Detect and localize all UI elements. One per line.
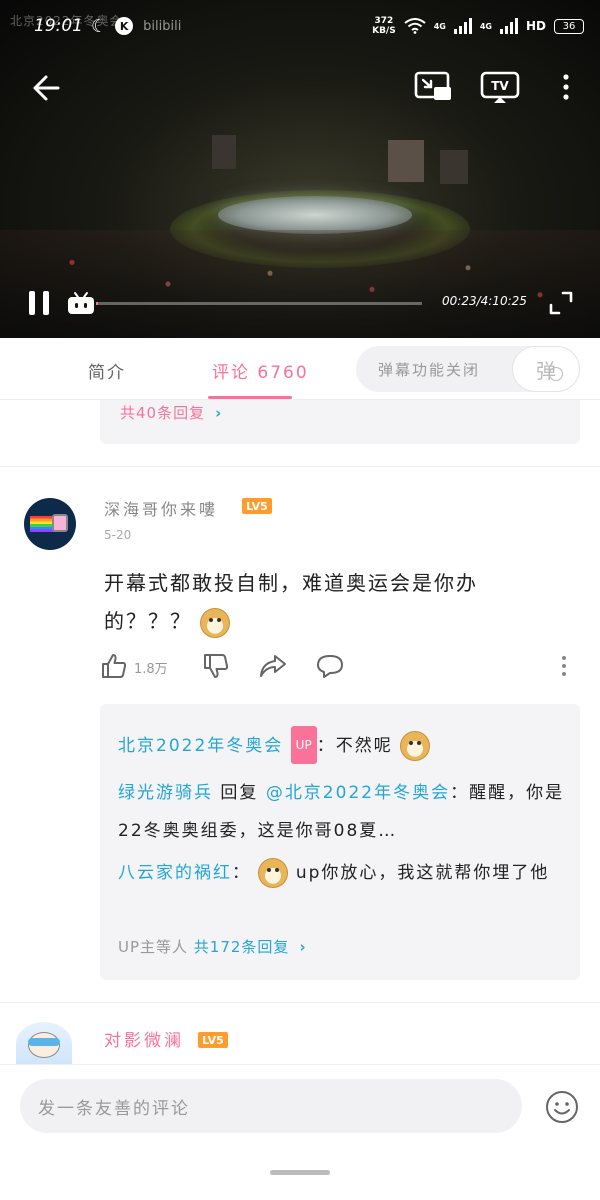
video-scene-stadium — [218, 196, 412, 234]
comment-text: 开幕式都敢投自制，难道奥运会是你办的？？？ — [104, 564, 564, 640]
doge-emoji-icon — [258, 858, 289, 888]
reply-item[interactable]: 八云家的祸红： up你放心，我这就帮你埋了他 — [118, 854, 568, 892]
level-badge: LV5 — [242, 498, 272, 514]
comment-username[interactable]: 对影微澜 — [104, 1026, 184, 1051]
avatar-goggles — [28, 1038, 60, 1046]
progress-fill — [96, 302, 98, 305]
emoji-icon[interactable] — [544, 1089, 580, 1125]
reply-icon[interactable] — [316, 652, 344, 680]
signal-bars-icon — [453, 18, 472, 34]
svg-text:TV: TV — [491, 79, 509, 93]
level-badge: LV5 — [198, 1032, 228, 1048]
comment-input-placeholder: 发一条友善的评论 — [38, 1098, 190, 1119]
chevron-right-icon: › — [299, 938, 307, 956]
view-replies-link[interactable]: 共40条回复 › — [120, 402, 222, 423]
comment-more-icon[interactable] — [554, 652, 574, 680]
hd-icon: HD — [525, 19, 546, 33]
wifi-icon — [404, 18, 426, 34]
status-bar: 北京2022年冬奥会 19:01 ☾ K bilibili 372 KB/S 4… — [0, 0, 600, 52]
doge-emoji-icon — [400, 731, 431, 761]
avatar[interactable] — [24, 498, 76, 550]
comment-date: 5-20 — [104, 528, 132, 542]
network-speed: 372 KB/S — [372, 16, 396, 36]
nyan-cat — [52, 514, 68, 532]
video-player[interactable]: 北京2022年冬奥会 19:01 ☾ K bilibili 372 KB/S 4… — [0, 0, 600, 338]
comment-input-bar: 发一条友善的评论 — [0, 1064, 600, 1154]
view-all-replies-link[interactable]: 共172条回复 — [194, 938, 290, 956]
comment-input[interactable]: 发一条友善的评论 — [20, 1079, 522, 1133]
danmaku-status-label: 弹幕功能关闭 — [378, 360, 481, 379]
video-scene-building — [388, 140, 424, 182]
up-badge: UP — [290, 726, 317, 764]
reply-item[interactable]: 北京2022年冬奥会 UP ：不然呢 — [118, 726, 568, 764]
chevron-right-icon: › — [215, 404, 223, 422]
time-readout: 00:23/4:10:25 — [442, 294, 527, 308]
reply-target[interactable]: @北京2022年冬奥会 — [266, 783, 450, 803]
network-type-1: 4G — [433, 21, 446, 31]
screen-cast-icon[interactable] — [414, 70, 452, 104]
dislike-icon[interactable] — [202, 652, 230, 680]
video-top-controls: TV — [0, 62, 600, 112]
network-type-2: 4G — [479, 21, 492, 31]
video-bottom-controls: 00:23/4:10:25 — [0, 284, 600, 324]
video-watermark: 北京2022年冬奥会 — [10, 13, 123, 28]
divider — [0, 466, 600, 467]
reply-text: 不然呢 — [335, 736, 393, 756]
danmaku-disabled-icon — [549, 367, 563, 381]
comment-username[interactable]: 深海哥你来嘍 — [104, 496, 218, 520]
pause-icon[interactable] — [26, 288, 54, 318]
tv-cast-icon[interactable]: TV — [480, 70, 520, 104]
reply-box: 北京2022年冬奥会 UP ：不然呢 绿光游骑兵 回复 @北京2022年冬奥会：醒… — [100, 704, 580, 980]
video-scene-building — [212, 135, 236, 169]
bilibili-tv-icon[interactable] — [66, 290, 96, 316]
like-icon[interactable] — [100, 652, 128, 680]
like-count: 1.8万 — [134, 662, 168, 677]
reply-text: up你放心，我这就帮你埋了他 — [295, 863, 550, 883]
progress-bar[interactable] — [96, 302, 422, 305]
tab-bar: 简介 评论 6760 弹幕功能关闭 弹 — [0, 338, 600, 400]
danmaku-button[interactable]: 弹 — [512, 346, 580, 392]
battery-icon: 36 — [554, 18, 584, 34]
reply-summary[interactable]: UP主等人 共172条回复 › — [118, 936, 307, 957]
home-indicator[interactable] — [270, 1170, 330, 1175]
doge-emoji-icon — [200, 607, 231, 638]
reply-item[interactable]: 绿光游骑兵 回复 @北京2022年冬奥会：醒醒，你是22冬奥奥组委，这是你哥08… — [118, 774, 568, 850]
avatar[interactable] — [16, 1022, 72, 1066]
comment-actions: 1.8万 — [100, 648, 580, 684]
tab-comments[interactable]: 评论 6760 — [212, 358, 309, 383]
tab-active-indicator — [208, 396, 292, 399]
fullscreen-icon[interactable] — [548, 290, 574, 316]
reply-author[interactable]: 绿光游骑兵 — [118, 783, 213, 803]
reply-author[interactable]: 北京2022年冬奥会 — [118, 736, 283, 756]
signal-bars-icon — [499, 18, 518, 34]
bilibili-watermark: bilibili — [143, 18, 182, 34]
video-scene-building — [440, 150, 468, 184]
more-options-icon[interactable] — [554, 70, 578, 104]
back-arrow-icon[interactable] — [28, 68, 68, 108]
tab-intro[interactable]: 简介 — [88, 358, 126, 383]
reply-author[interactable]: 八云家的祸红 — [118, 863, 232, 883]
divider — [0, 1002, 600, 1003]
share-icon[interactable] — [258, 652, 288, 680]
previous-reply-box: 共40条回复 › — [100, 400, 580, 444]
danmaku-toggle[interactable]: 弹幕功能关闭 弹 — [356, 346, 580, 392]
